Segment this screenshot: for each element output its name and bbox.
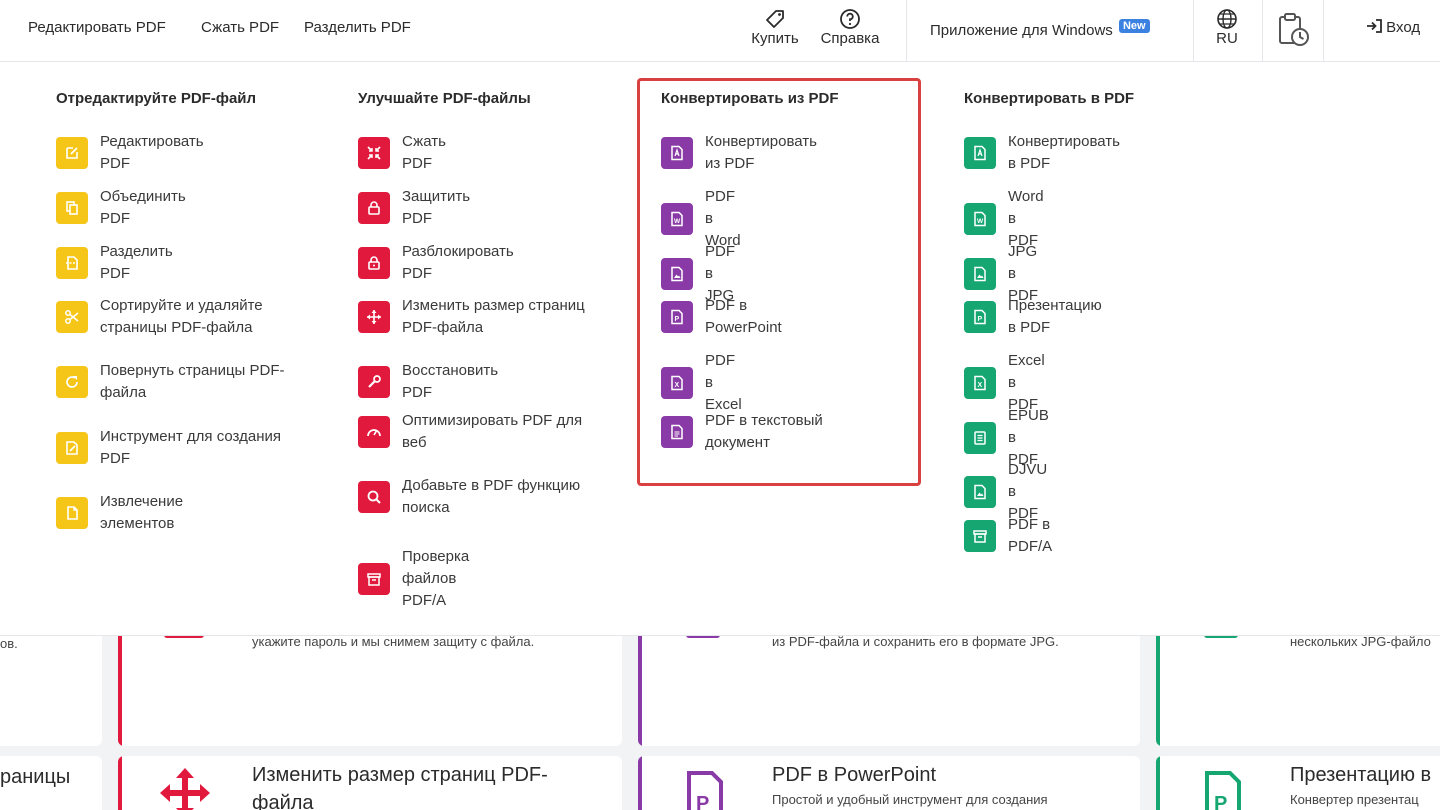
windows-app-link[interactable]: Приложение для Windows New xyxy=(930,19,1150,39)
windows-app-label: Приложение для Windows xyxy=(930,22,1113,39)
lock-icon xyxy=(358,192,390,224)
sign-in-icon xyxy=(1366,19,1386,36)
move-arrows-icon xyxy=(358,301,390,333)
menu-item-presentation-to-pdf[interactable]: P Презентацию в PDF xyxy=(964,295,1102,339)
tool-card[interactable]: раницы xyxy=(0,756,102,810)
powerpoint-file-icon: P xyxy=(686,770,724,810)
card-description: укажите пароль и мы снимем защиту с файл… xyxy=(252,634,535,649)
archive-box-icon xyxy=(358,563,390,595)
clipboard-clock-icon xyxy=(1258,12,1328,48)
wrench-icon xyxy=(358,366,390,398)
new-badge: New xyxy=(1118,19,1150,33)
nav-compress-pdf[interactable]: Сжать PDF xyxy=(201,19,279,36)
rotate-icon xyxy=(56,366,88,398)
menu-item-merge-pdf[interactable]: Объединить PDF xyxy=(56,186,186,230)
menu-item-optimize-web[interactable]: Оптимизировать PDF для веб xyxy=(358,410,602,454)
archive-box-icon xyxy=(964,520,996,552)
tool-card[interactable]: P Презентацию в Конвертер презентац xyxy=(1156,756,1440,810)
menu-item-edit-pdf[interactable]: Редактировать PDF xyxy=(56,131,204,175)
card-description: Простой и удобный инструмент для создани… xyxy=(772,792,1048,807)
menu-item-extract-elements[interactable]: Извлечение элементов xyxy=(56,491,183,535)
tool-card[interactable]: P PDF в PowerPoint Простой и удобный инс… xyxy=(638,756,1140,810)
card-description: Конвертер презентац xyxy=(1290,792,1419,807)
tool-card[interactable]: Изменить размер страниц PDF- файла xyxy=(118,756,622,810)
menu-item-compress-pdf[interactable]: Сжать PDF xyxy=(358,131,446,175)
menu-item-repair-pdf[interactable]: Восстановить PDF xyxy=(358,360,498,404)
file-icon xyxy=(56,497,88,529)
edit-pencil-icon xyxy=(56,137,88,169)
card-description: ов. xyxy=(0,636,18,651)
menu-item-searchable-pdf[interactable]: Добавьте в PDF функцию поиска xyxy=(358,475,602,519)
menu-item-pdf-to-pdfa[interactable]: PDF в PDF/A xyxy=(964,514,1052,558)
book-icon xyxy=(964,422,996,454)
nav-split-pdf[interactable]: Разделить PDF xyxy=(304,19,411,36)
merge-files-icon xyxy=(56,192,88,224)
top-navigation-bar: Редактировать PDF Сжать PDF Разделить PD… xyxy=(0,0,1440,62)
language-label: RU xyxy=(1216,30,1238,47)
column-title: Конвертировать в PDF xyxy=(964,90,1135,107)
svg-text:P: P xyxy=(696,793,709,810)
split-file-icon xyxy=(56,247,88,279)
card-description: из PDF-файла и сохранить его в формате J… xyxy=(772,634,1059,649)
menu-item-sort-delete-pages[interactable]: Сортируйте и удаляйте страницы PDF-файла xyxy=(56,295,300,339)
menu-item-resize-pages[interactable]: Изменить размер страниц PDF-файла xyxy=(358,295,592,339)
menu-item-rotate-pages[interactable]: Повернуть страницы PDF-файла xyxy=(56,360,310,404)
word-file-icon: W xyxy=(964,203,996,235)
nav-edit-pdf[interactable]: Редактировать PDF xyxy=(28,19,166,36)
language-selector[interactable]: RU xyxy=(1192,6,1262,47)
powerpoint-file-icon: P xyxy=(964,301,996,333)
menu-item-split-pdf[interactable]: Разделить PDF xyxy=(56,241,173,285)
speedometer-icon xyxy=(358,416,390,448)
excel-file-icon: X xyxy=(964,367,996,399)
svg-text:P: P xyxy=(978,316,983,323)
card-title: Презентацию в xyxy=(1290,764,1432,786)
unlock-icon xyxy=(358,247,390,279)
column-title: Улучшайте PDF-файлы xyxy=(358,90,531,107)
menu-item-convert-to-pdf[interactable]: Конвертировать в PDF xyxy=(964,131,1120,175)
menu-item-pdf-creator[interactable]: Инструмент для создания PDF xyxy=(56,426,310,470)
menu-item-unlock-pdf[interactable]: Разблокировать PDF xyxy=(358,241,514,285)
card-title: PDF в PowerPoint xyxy=(772,764,937,786)
menu-item-validate-pdfa[interactable]: Проверка файлов PDF/A xyxy=(358,546,469,612)
menu-item-protect-pdf[interactable]: Защитить PDF xyxy=(358,186,470,230)
presentation-file-icon: P xyxy=(1204,770,1242,810)
history-button[interactable] xyxy=(1258,10,1328,48)
compress-arrows-icon xyxy=(358,137,390,169)
login-link[interactable]: Вход xyxy=(1366,19,1420,36)
image-file-icon xyxy=(964,476,996,508)
column-title: Отредактируйте PDF-файл xyxy=(56,90,257,107)
search-icon xyxy=(358,481,390,513)
resize-arrows-icon xyxy=(160,768,210,810)
question-circle-icon xyxy=(815,8,885,30)
scissors-icon xyxy=(56,301,88,333)
card-title-line2: файла xyxy=(252,792,314,810)
highlight-box xyxy=(637,78,921,486)
help-label: Справка xyxy=(820,30,880,47)
login-label: Вход xyxy=(1386,19,1421,36)
svg-text:X: X xyxy=(978,382,983,389)
card-title: Изменить размер страниц PDF- xyxy=(252,764,548,786)
image-file-icon xyxy=(964,258,996,290)
price-tag-icon xyxy=(740,8,810,30)
buy-button[interactable]: Купить xyxy=(740,6,810,47)
buy-label: Купить xyxy=(751,30,799,47)
card-title: раницы xyxy=(0,766,71,788)
help-button[interactable]: Справка xyxy=(815,6,885,47)
card-description: нескольких JPG-файло xyxy=(1290,634,1431,649)
svg-text:P: P xyxy=(1214,793,1227,810)
pdf-file-icon xyxy=(964,137,996,169)
globe-icon xyxy=(1192,8,1262,30)
create-file-icon xyxy=(56,432,88,464)
svg-text:W: W xyxy=(977,218,984,225)
